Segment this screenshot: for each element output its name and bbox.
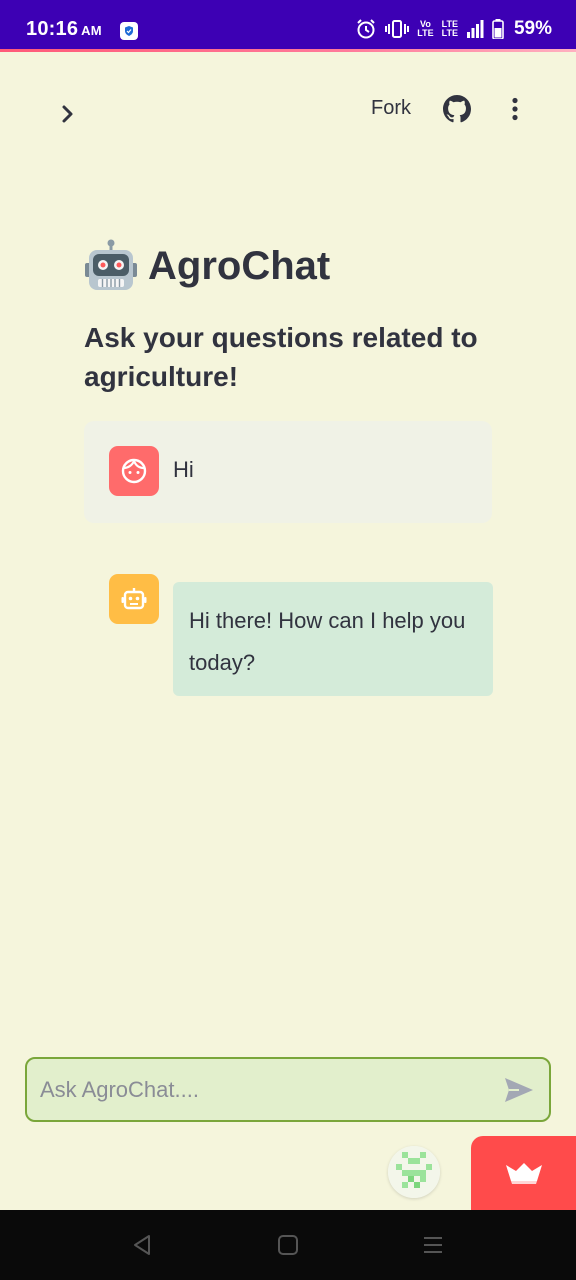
assistant-avatar (109, 574, 159, 624)
status-icons: Vo LTE LTE LTE 59% (355, 17, 552, 41)
menu-lines-icon (424, 1237, 442, 1253)
chat-message-user: Hi (84, 421, 492, 523)
app-header: Fork (0, 52, 576, 164)
chat-input[interactable] (40, 1059, 490, 1120)
more-vertical-icon (512, 97, 518, 121)
page-title: AgroChat (148, 243, 331, 288)
lte-indicator: LTE LTE (441, 19, 458, 38)
status-ampm: AM (81, 23, 102, 38)
send-button[interactable] (503, 1075, 535, 1105)
home-square-icon (278, 1235, 298, 1255)
assistant-message-text: Hi there! How can I help you today? (189, 608, 466, 675)
send-icon (505, 1078, 533, 1102)
nav-menu-button[interactable] (420, 1232, 446, 1258)
signal-icon (466, 20, 484, 38)
nav-back-button[interactable] (130, 1232, 156, 1258)
robot-emoji-icon (85, 239, 137, 290)
page-subtitle: Ask your questions related to agricultur… (84, 322, 478, 392)
system-navigation-bar (0, 1210, 576, 1280)
face-icon (121, 458, 147, 484)
user-avatar (109, 446, 159, 496)
sidebar-toggle-button[interactable] (56, 102, 80, 126)
status-bar: 10:16 AM Vo LTE LTE LTE 59% (0, 0, 576, 52)
battery-icon (492, 19, 504, 39)
fork-button[interactable]: Fork (371, 97, 411, 120)
status-time: 10:16 AM (26, 18, 102, 41)
main-menu-button[interactable] (503, 95, 527, 123)
chat-input-container (25, 1057, 551, 1122)
battery-percent: 59% (513, 18, 552, 39)
profile-avatar-button[interactable] (388, 1146, 440, 1198)
crown-icon (505, 1163, 542, 1184)
github-icon (443, 95, 471, 123)
user-message-text: Hi (173, 457, 194, 482)
github-button[interactable] (443, 95, 471, 123)
status-time-value: 10:16 (26, 18, 79, 40)
chevron-right-icon (62, 105, 73, 123)
shield-icon (120, 22, 138, 40)
volte-indicator: Vo LTE (417, 19, 434, 38)
page-title-row: AgroChat (84, 236, 330, 296)
alarm-icon (357, 19, 375, 39)
back-triangle-icon (134, 1235, 150, 1255)
vibrate-icon (385, 20, 410, 38)
hosted-with-streamlit-badge[interactable] (471, 1136, 576, 1210)
nav-home-button[interactable] (275, 1232, 301, 1258)
robot-icon (121, 588, 147, 610)
identicon-icon (388, 1146, 440, 1198)
assistant-message-bubble: Hi there! How can I help you today? (173, 582, 493, 696)
